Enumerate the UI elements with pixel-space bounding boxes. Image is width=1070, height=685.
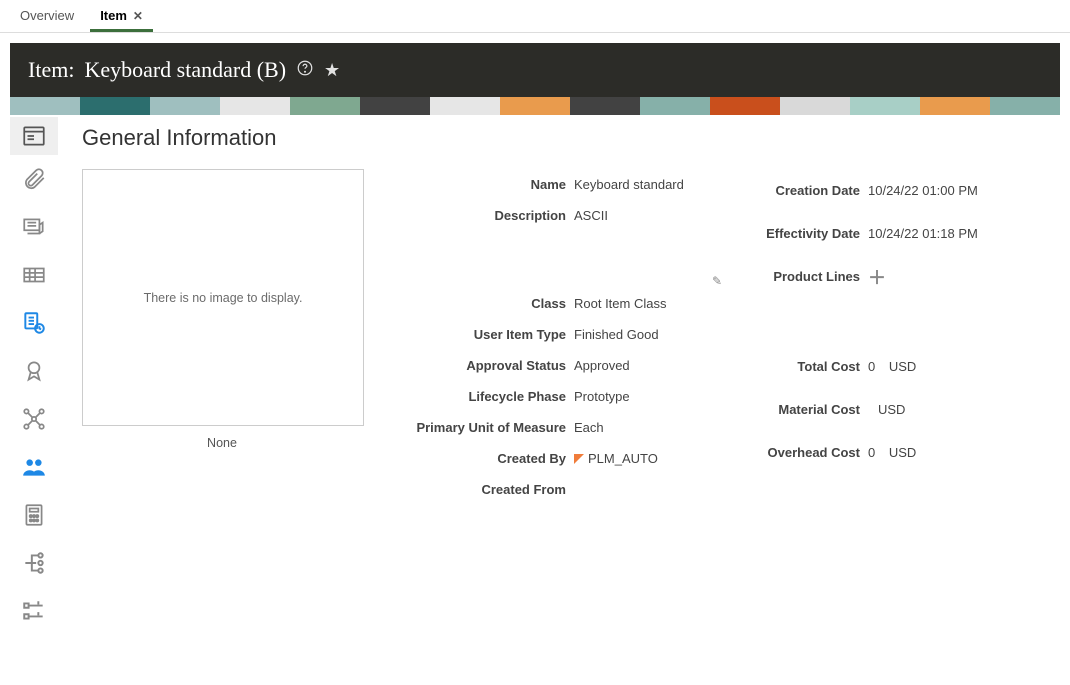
add-product-line-icon[interactable]: ＋ xyxy=(868,268,886,288)
label-primary-uom: Primary Unit of Measure xyxy=(412,412,570,443)
value-material-cost: USD xyxy=(864,388,1030,431)
value-name: Keyboard standard xyxy=(570,169,706,200)
tab-overview[interactable]: Overview xyxy=(10,2,84,32)
rail-team[interactable] xyxy=(10,443,58,491)
value-creation-date: 10/24/22 01:00 PM xyxy=(864,169,1030,212)
value-created-by: PLM_AUTO xyxy=(570,443,706,474)
decorative-strip xyxy=(10,97,1060,115)
content-area: General Information There is no image to… xyxy=(10,115,1060,675)
label-material-cost: Material Cost xyxy=(736,388,864,431)
value-user-item-type: Finished Good xyxy=(570,319,706,350)
label-description: Description xyxy=(412,200,570,288)
rail-more[interactable] xyxy=(10,587,58,635)
side-rail xyxy=(10,115,58,675)
help-icon[interactable] xyxy=(296,59,314,82)
label-created-by: Created By xyxy=(412,443,570,474)
value-description[interactable]: ASCII ✎ xyxy=(570,200,706,288)
image-placeholder-text: There is no image to display. xyxy=(144,291,303,305)
favorite-star-icon[interactable]: ★ xyxy=(324,60,340,81)
value-class: Root Item Class xyxy=(570,288,706,319)
label-lifecycle-phase: Lifecycle Phase xyxy=(412,381,570,412)
page-title-prefix: Item: xyxy=(28,57,74,83)
rail-changes[interactable] xyxy=(10,299,58,347)
value-effectivity-date: 10/24/22 01:18 PM xyxy=(864,212,1030,255)
rail-structure[interactable] xyxy=(10,203,58,251)
label-creation-date: Creation Date xyxy=(736,169,864,212)
rail-hierarchy[interactable] xyxy=(10,539,58,587)
label-user-item-type: User Item Type xyxy=(412,319,570,350)
image-column: There is no image to display. None xyxy=(82,169,382,505)
label-total-cost: Total Cost xyxy=(736,345,864,388)
general-info-panel: General Information There is no image to… xyxy=(58,115,1060,675)
label-approval-status: Approval Status xyxy=(412,350,570,381)
tab-overview-label: Overview xyxy=(20,8,74,23)
user-flag-icon xyxy=(574,454,584,464)
page-title-bar: Item: Keyboard standard (B) ★ xyxy=(10,43,1060,97)
label-overhead-cost: Overhead Cost xyxy=(736,431,864,474)
rail-where-used[interactable] xyxy=(10,251,58,299)
value-approval-status: Approved xyxy=(570,350,706,381)
rail-general-info[interactable] xyxy=(10,117,58,155)
tab-item-label: Item xyxy=(100,8,127,23)
value-overhead-cost: 0 USD xyxy=(864,431,1030,474)
value-created-from xyxy=(570,474,706,505)
page-title-name: Keyboard standard (B) xyxy=(84,57,286,83)
header-area: Item: Keyboard standard (B) ★ xyxy=(0,33,1070,115)
value-lifecycle-phase: Prototype xyxy=(570,381,706,412)
image-caption: None xyxy=(82,436,362,450)
rail-costing[interactable] xyxy=(10,491,58,539)
edit-icon[interactable]: ✎ xyxy=(712,274,722,288)
rail-quality[interactable] xyxy=(10,347,58,395)
rail-relationships[interactable] xyxy=(10,395,58,443)
image-placeholder[interactable]: There is no image to display. xyxy=(82,169,364,426)
close-icon[interactable]: ✕ xyxy=(133,9,143,23)
value-primary-uom: Each xyxy=(570,412,706,443)
label-name: Name xyxy=(412,169,570,200)
tab-bar: Overview Item ✕ xyxy=(0,0,1070,33)
label-class: Class xyxy=(412,288,570,319)
value-total-cost: 0 USD xyxy=(864,345,1030,388)
label-product-lines: Product Lines xyxy=(736,255,864,301)
label-effectivity-date: Effectivity Date xyxy=(736,212,864,255)
rail-attachments[interactable] xyxy=(10,155,58,203)
label-created-from: Created From xyxy=(412,474,570,505)
tab-item[interactable]: Item ✕ xyxy=(90,2,153,32)
section-title: General Information xyxy=(82,125,1030,151)
